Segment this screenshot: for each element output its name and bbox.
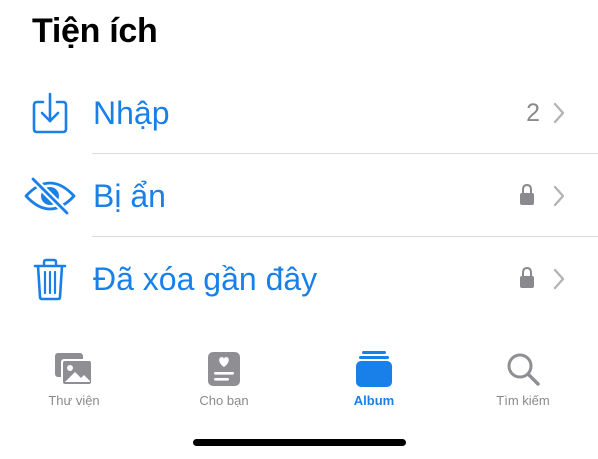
- chevron-right-icon: [553, 185, 565, 207]
- trash-icon: [33, 258, 67, 301]
- row-recently-deleted[interactable]: Đã xóa gần đây: [0, 238, 598, 320]
- row-label-recently-deleted: Đã xóa gần đây: [93, 261, 318, 297]
- tab-label-search: Tìm kiếm: [496, 393, 550, 408]
- album-icon: [356, 351, 392, 387]
- search-icon: [507, 353, 540, 386]
- tab-label-for-you: Cho bạn: [199, 393, 249, 408]
- row-import[interactable]: Nhập 2: [0, 72, 598, 154]
- row-count-import: 2: [526, 99, 540, 127]
- tab-label-library: Thư viện: [48, 393, 100, 408]
- divider: [92, 236, 598, 237]
- home-indicator[interactable]: [193, 439, 406, 446]
- photos-screen: Tiện ích Nhập 2 Bị ẩn Đã xóa gần đây Thư…: [0, 0, 598, 459]
- tab-search[interactable]: Tìm kiếm: [463, 340, 583, 416]
- for-you-icon: [208, 352, 240, 386]
- import-icon: [32, 92, 68, 134]
- chevron-right-icon: [553, 268, 565, 290]
- tab-bar: Thư viện Cho bạn Album Tìm kiếm: [0, 340, 598, 420]
- section-title: Tiện ích: [32, 12, 158, 50]
- photo-library-icon: [55, 353, 93, 386]
- row-label-import: Nhập: [93, 95, 170, 131]
- row-label-hidden: Bị ẩn: [93, 178, 166, 214]
- lock-icon: [520, 266, 534, 288]
- row-hidden[interactable]: Bị ẩn: [0, 155, 598, 237]
- tab-for-you[interactable]: Cho bạn: [164, 340, 284, 416]
- chevron-right-icon: [553, 102, 565, 124]
- tab-album[interactable]: Album: [314, 340, 434, 416]
- tab-library[interactable]: Thư viện: [14, 340, 134, 416]
- divider: [92, 153, 598, 154]
- tab-label-album: Album: [353, 393, 395, 408]
- lock-icon: [520, 183, 534, 205]
- eye-slash-icon: [24, 175, 76, 217]
